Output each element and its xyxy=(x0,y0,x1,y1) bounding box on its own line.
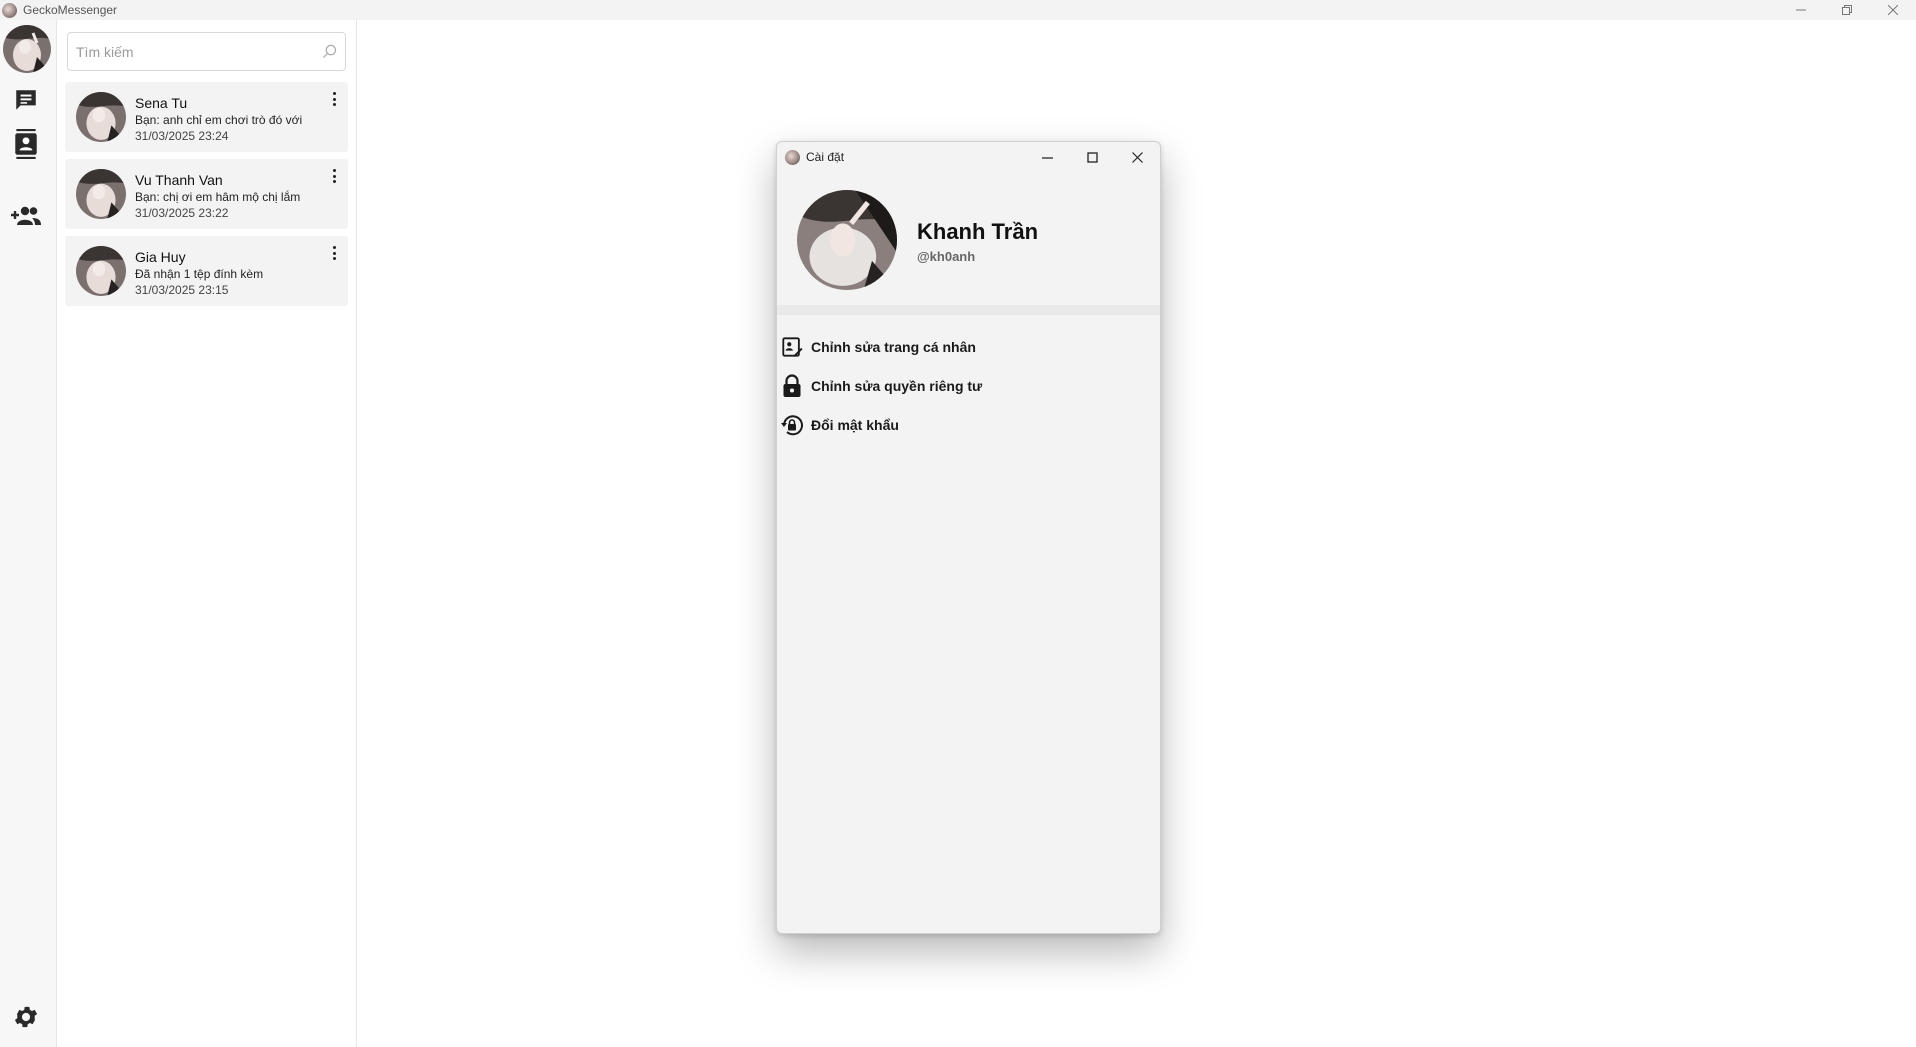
conversation-time: 31/03/2025 23:15 xyxy=(135,283,229,297)
change-password-menu-item[interactable]: Đổi mật khẩu xyxy=(779,407,1139,443)
more-options-icon[interactable] xyxy=(328,167,340,185)
dialog-maximize-button[interactable] xyxy=(1070,142,1115,172)
search-input[interactable] xyxy=(76,33,316,70)
conversation-name: Gia Huy xyxy=(135,249,186,265)
divider xyxy=(777,305,1160,315)
edit-profile-menu-item[interactable]: Chỉnh sửa trang cá nhân xyxy=(779,329,1139,365)
minimize-icon xyxy=(1042,156,1053,159)
profile-handle: @kh0anh xyxy=(917,249,976,264)
change-password-label: Đổi mật khẩu xyxy=(811,417,899,433)
dialog-titlebar: Cài đặt xyxy=(777,142,1160,172)
nav-rail xyxy=(0,20,57,1047)
minimize-icon xyxy=(1796,9,1806,11)
restore-button[interactable] xyxy=(1824,0,1870,20)
lock-reset-icon xyxy=(779,412,805,438)
dialog-app-icon xyxy=(785,149,800,165)
edit-privacy-menu-item[interactable]: Chỉnh sửa quyền riêng tư xyxy=(779,368,1139,404)
conversation-time: 31/03/2025 23:24 xyxy=(135,129,229,143)
profile-header: Khanh Trần @kh0anh xyxy=(777,172,1160,305)
conversation-last-message: Bạn: chị ơi em hâm mộ chị lắm xyxy=(135,190,301,204)
restore-icon xyxy=(1842,5,1852,15)
edit-profile-label: Chỉnh sửa trang cá nhân xyxy=(811,339,976,355)
conversation-item[interactable]: Vu Thanh Van Bạn: chị ơi em hâm mộ chị l… xyxy=(65,159,348,229)
nav-chats[interactable] xyxy=(10,84,42,116)
avatar xyxy=(76,92,126,142)
contacts-icon xyxy=(15,129,37,159)
minimize-button[interactable] xyxy=(1778,0,1824,20)
search-icon[interactable] xyxy=(322,44,337,59)
dialog-minimize-button[interactable] xyxy=(1025,142,1070,172)
close-icon xyxy=(1888,5,1898,15)
conversation-last-message: Bạn: anh chỉ em chơi trò đó với xyxy=(135,113,303,127)
more-options-icon[interactable] xyxy=(328,244,340,262)
dialog-title: Cài đặt xyxy=(806,150,845,164)
chat-icon xyxy=(16,90,36,110)
maximize-icon xyxy=(1087,151,1098,163)
edit-privacy-label: Chỉnh sửa quyền riêng tư xyxy=(811,378,983,394)
settings-dialog: Cài đặt Khanh Trần @kh0anh Chỉnh sửa tra… xyxy=(776,141,1161,934)
profile-avatar[interactable] xyxy=(797,190,897,290)
nav-add-friend[interactable] xyxy=(8,200,44,232)
conversation-item[interactable]: Gia Huy Đã nhận 1 tệp đính kèm 31/03/202… xyxy=(65,236,348,306)
more-options-icon[interactable] xyxy=(328,90,340,108)
avatar xyxy=(76,169,126,219)
dialog-close-button[interactable] xyxy=(1115,142,1160,172)
edit-profile-icon xyxy=(779,334,805,360)
conversation-pane: Sena Tu Bạn: anh chỉ em chơi trò đó với … xyxy=(57,20,357,1047)
dialog-window-controls xyxy=(1025,142,1160,172)
add-friend-icon xyxy=(11,206,41,225)
conversation-item[interactable]: Sena Tu Bạn: anh chỉ em chơi trò đó với … xyxy=(65,82,348,152)
avatar-image xyxy=(3,25,51,73)
conversation-time: 31/03/2025 23:22 xyxy=(135,206,229,220)
search-box xyxy=(67,32,346,71)
my-avatar[interactable] xyxy=(3,25,51,73)
app-logo-icon xyxy=(2,2,17,18)
close-icon xyxy=(1132,151,1143,163)
window-controls xyxy=(1778,0,1916,20)
close-window-button[interactable] xyxy=(1870,0,1916,20)
settings-button[interactable] xyxy=(12,1003,40,1036)
profile-name: Khanh Trần xyxy=(917,219,1039,244)
avatar-image xyxy=(797,190,897,290)
nav-contacts[interactable] xyxy=(10,128,42,160)
conversation-name: Vu Thanh Van xyxy=(135,172,223,188)
conversation-name: Sena Tu xyxy=(135,95,188,111)
lock-icon xyxy=(779,373,805,399)
app-title: GeckoMessenger xyxy=(23,3,118,17)
app-titlebar: GeckoMessenger xyxy=(0,0,1916,20)
avatar xyxy=(76,246,126,296)
conversation-last-message: Đã nhận 1 tệp đính kèm xyxy=(135,267,264,281)
settings-gear-icon xyxy=(14,1006,38,1028)
